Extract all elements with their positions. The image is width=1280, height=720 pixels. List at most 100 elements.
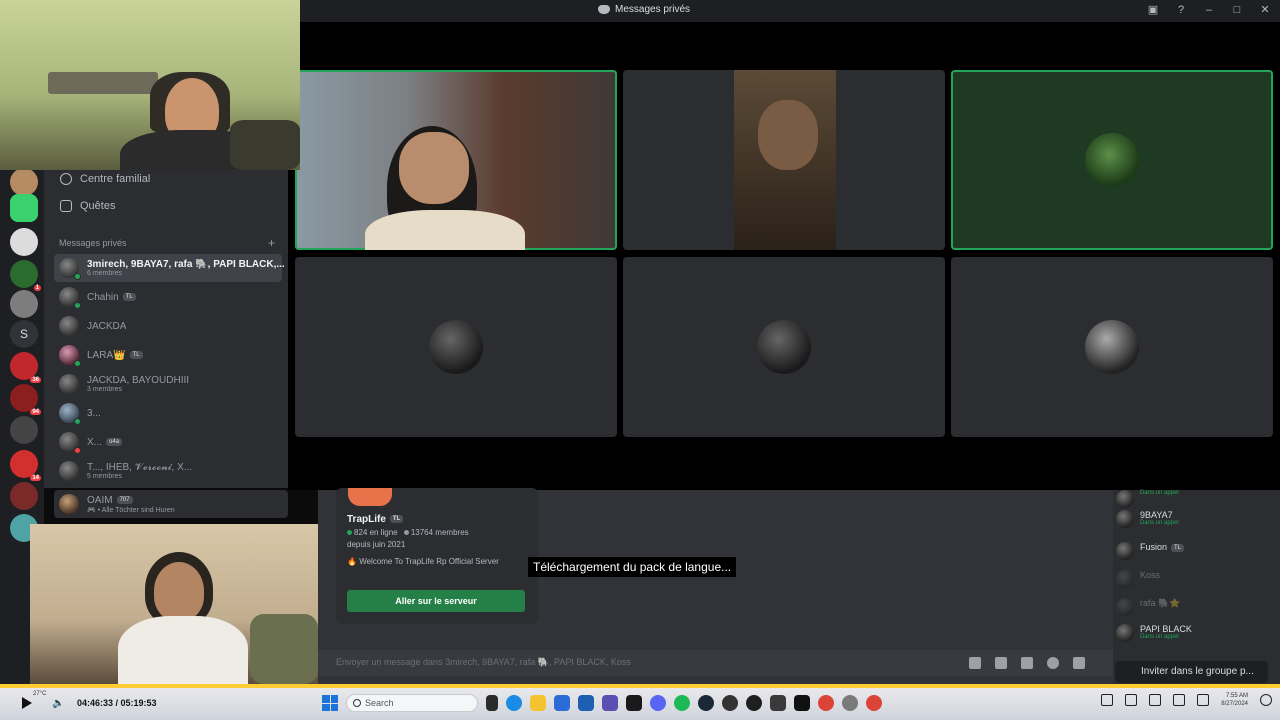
video-tile[interactable] xyxy=(295,70,617,250)
tray-icon[interactable] xyxy=(1149,694,1162,706)
avatar xyxy=(59,287,81,309)
system-clock: 7:55 AM 8/27/2024 xyxy=(1221,692,1248,708)
play-icon[interactable] xyxy=(22,697,32,709)
server-icon[interactable]: S xyxy=(10,320,38,348)
player-bar: 27°C 🔈 04:46:33 / 05:19:53 Search 7:55 A… xyxy=(0,688,1280,720)
tray-icon[interactable] xyxy=(1101,694,1114,706)
member-count: 13764 membres xyxy=(410,528,469,537)
member-item[interactable]: 9BAYA7 Dans un appel xyxy=(1116,510,1179,528)
fullscreen-icon[interactable] xyxy=(1197,694,1210,706)
close-button[interactable]: ✕ xyxy=(1258,3,1272,17)
member-item[interactable]: PAPI BLACK Dans un appel xyxy=(1116,624,1192,642)
steam-icon[interactable] xyxy=(698,695,714,711)
join-server-button[interactable]: Aller sur le serveur xyxy=(347,590,525,612)
server-icon[interactable] xyxy=(10,168,38,196)
dm-name: 3mirech, 9BAYA7, rafa 🐘, PAPI BLACK,... xyxy=(87,259,285,270)
nav-quests[interactable]: Quêtes xyxy=(60,200,115,212)
app-icon[interactable] xyxy=(554,695,570,711)
discord-icon[interactable] xyxy=(650,695,666,711)
sticker-icon[interactable] xyxy=(1021,657,1033,669)
server-icon[interactable] xyxy=(10,482,38,510)
member-item[interactable]: Koss xyxy=(1116,570,1160,588)
message-input[interactable]: Envoyer un message dans 3mirech, 9BAYA7,… xyxy=(318,650,1113,676)
member-item[interactable]: Fusion TL xyxy=(1116,542,1185,560)
dm-item[interactable]: OAIM 707 🎮 • Alle Töchter sind Huren xyxy=(54,490,288,518)
text-app-icon[interactable] xyxy=(626,695,642,711)
server-icon[interactable] xyxy=(10,194,38,222)
tray-icon[interactable] xyxy=(1173,694,1186,706)
dm-name: JACKDA, BAYOUDHIII xyxy=(87,375,190,386)
gif-icon[interactable] xyxy=(995,657,1007,669)
clock-time: 7:55 AM xyxy=(1225,693,1248,699)
dm-item[interactable]: 3... xyxy=(54,399,282,427)
server-icon[interactable]: 14 xyxy=(10,450,41,481)
video-tile[interactable] xyxy=(623,70,945,250)
dm-sidebar: Centre familial Quêtes Messages privés +… xyxy=(44,168,288,488)
apps-icon[interactable] xyxy=(1073,657,1085,669)
taskbar: Search xyxy=(322,694,882,712)
task-view-icon[interactable] xyxy=(486,695,498,711)
dm-item[interactable]: JACKDA xyxy=(54,312,282,340)
settings-icon[interactable] xyxy=(842,695,858,711)
minimize-button[interactable]: – xyxy=(1202,3,1216,17)
family-icon xyxy=(60,173,72,185)
help-icon[interactable]: ? xyxy=(1174,3,1188,17)
voice-tile[interactable] xyxy=(951,257,1273,437)
terminal-icon[interactable] xyxy=(794,695,810,711)
spotify-icon[interactable] xyxy=(674,695,690,711)
server-icon[interactable]: 94 xyxy=(10,384,41,415)
create-dm-button[interactable]: + xyxy=(268,236,275,250)
maximize-button[interactable]: □ xyxy=(1230,3,1244,17)
server-icon[interactable] xyxy=(10,416,38,444)
streamer-webcam xyxy=(0,0,300,170)
server-icon[interactable] xyxy=(10,228,38,256)
invite-to-group-button[interactable]: Inviter dans le groupe p... xyxy=(1115,661,1268,683)
dm-name: T..., IHEB, 𝓥𝓮𝓻𝓸𝓸𝓷𝓲, X... xyxy=(87,462,193,473)
dm-item[interactable]: JACKDA, BAYOUDHIII 3 membres xyxy=(54,370,282,398)
taskbar-search[interactable]: Search xyxy=(346,694,478,712)
member-name: PAPI BLACK xyxy=(1140,624,1192,634)
notification-badge: 1 xyxy=(33,285,41,291)
obs-icon[interactable] xyxy=(722,695,738,711)
volume-icon[interactable]: 🔈 xyxy=(52,698,64,709)
gift-icon[interactable] xyxy=(969,657,981,669)
server-icon[interactable] xyxy=(10,290,38,318)
server-icon[interactable]: 36 xyxy=(10,352,41,383)
file-explorer-icon[interactable] xyxy=(530,695,546,711)
dm-item[interactable]: T..., IHEB, 𝓥𝓮𝓻𝓸𝓸𝓷𝓲, X... 5 membres xyxy=(54,457,282,485)
dm-section-header: Messages privés + xyxy=(59,236,279,250)
system-tray: 7:55 AM 8/27/2024 xyxy=(1101,692,1272,708)
dm-name: LARA👑 xyxy=(87,349,126,361)
member-item[interactable]: Dans un appel xyxy=(1116,490,1179,508)
dm-item[interactable]: X... o4a xyxy=(54,428,282,456)
dm-item[interactable]: Chahin TL xyxy=(54,283,282,311)
video-tile[interactable] xyxy=(951,70,1273,250)
teams-icon[interactable] xyxy=(602,695,618,711)
edge-icon[interactable] xyxy=(506,695,522,711)
member-status: Dans un appel xyxy=(1140,634,1179,640)
participant-avatar xyxy=(757,320,811,374)
server-tag-badge: TL xyxy=(1171,543,1185,552)
gear-icon[interactable] xyxy=(1260,694,1272,706)
app-icon[interactable] xyxy=(746,695,762,711)
dm-item[interactable]: 3mirech, 9BAYA7, rafa 🐘, PAPI BLACK,... 6… xyxy=(54,254,285,282)
tray-icon[interactable] xyxy=(1125,694,1138,706)
server-icon[interactable]: 1 xyxy=(10,260,41,291)
online-count: 824 en ligne xyxy=(354,528,398,537)
emoji-icon[interactable] xyxy=(1047,657,1059,669)
inbox-icon[interactable]: ▣ xyxy=(1146,3,1160,17)
app-icon[interactable] xyxy=(770,695,786,711)
message-input-placeholder: Envoyer un message dans 3mirech, 9BAYA7,… xyxy=(336,657,631,667)
window-title-text: Messages privés xyxy=(615,4,691,15)
windows-start-icon[interactable] xyxy=(322,695,338,711)
voice-tile[interactable] xyxy=(623,257,945,437)
store-icon[interactable] xyxy=(578,695,594,711)
member-item[interactable]: rafa 🐘⭐ xyxy=(1116,598,1180,616)
chrome-icon[interactable] xyxy=(866,695,882,711)
chrome-icon[interactable] xyxy=(818,695,834,711)
avatar xyxy=(1116,570,1134,588)
nav-family-center[interactable]: Centre familial xyxy=(60,173,150,185)
voice-tile[interactable] xyxy=(295,257,617,437)
server-tag-badge: o4a xyxy=(106,437,123,446)
dm-item[interactable]: LARA👑 TL xyxy=(54,341,282,369)
